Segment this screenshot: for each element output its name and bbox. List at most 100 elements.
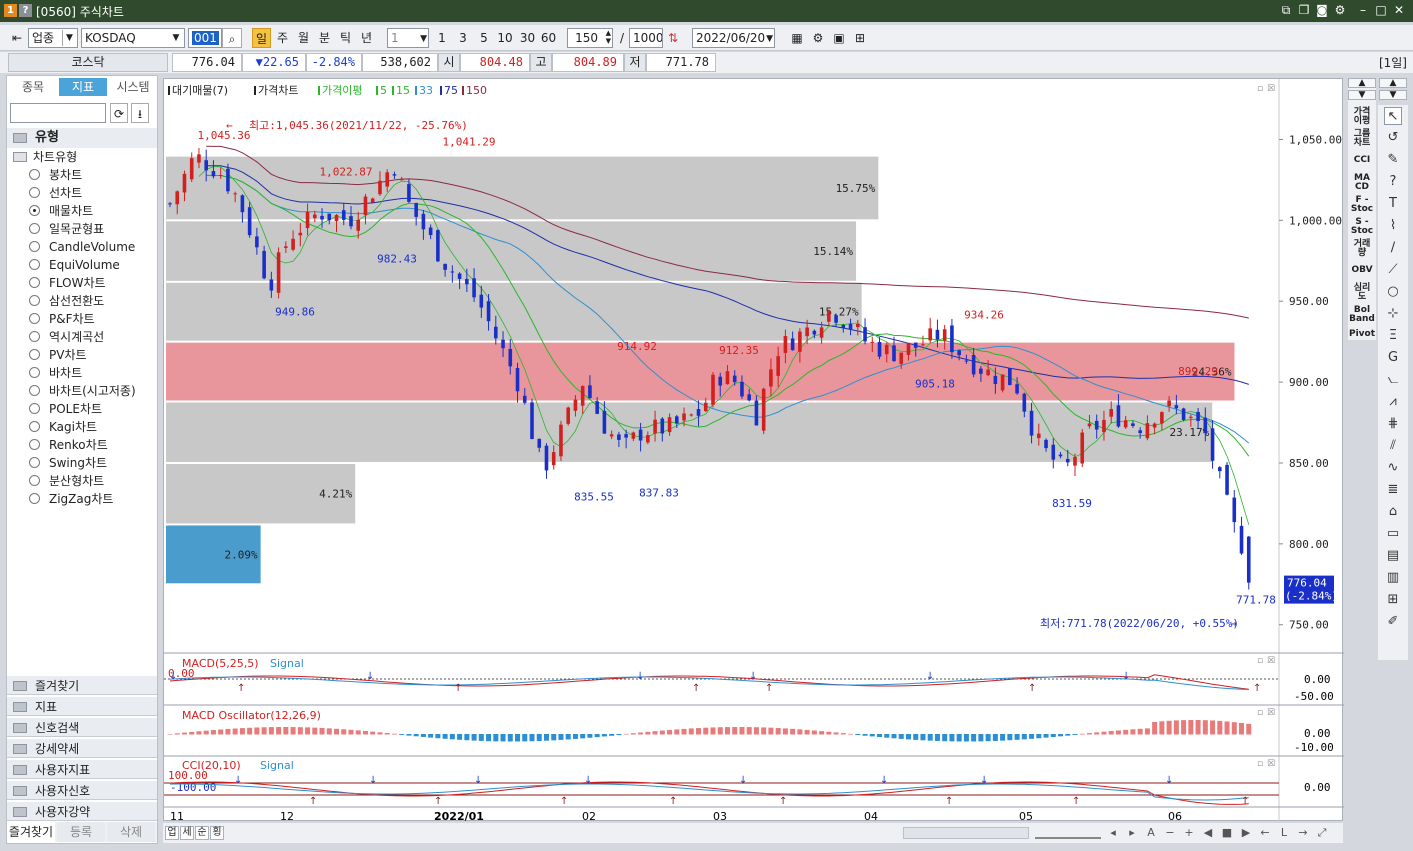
- drawing-tool-icon[interactable]: G: [1384, 349, 1402, 367]
- drawing-tool-icon[interactable]: ?: [1384, 173, 1402, 191]
- interval-5[interactable]: 5: [475, 28, 493, 48]
- link-icon[interactable]: ⧉: [1278, 2, 1294, 18]
- chart-type-item[interactable]: EquiVolume: [29, 256, 120, 274]
- chart-type-item[interactable]: 선차트: [29, 184, 82, 202]
- chart-legend[interactable]: 대기매물(7) 가격차트 가격이평 5 15 33 75 150: [168, 84, 487, 97]
- panel-maximize-icon[interactable]: ▫: [1257, 656, 1263, 666]
- radio-icon[interactable]: [29, 187, 40, 198]
- nav-control-icon[interactable]: ▸: [1124, 825, 1140, 841]
- history-back-icon[interactable]: ⇤: [8, 28, 26, 48]
- chart-type-item[interactable]: 삼선전환도: [29, 292, 104, 310]
- chart-type-item[interactable]: 봉차트: [29, 166, 82, 184]
- radio-icon[interactable]: [29, 169, 40, 180]
- radio-icon[interactable]: [29, 475, 40, 486]
- panel-close-icon[interactable]: ☒: [1267, 708, 1275, 718]
- drawing-tool-icon[interactable]: ✐: [1384, 613, 1402, 631]
- drawing-tool-icon[interactable]: ▥: [1384, 569, 1402, 587]
- chart-type-item[interactable]: 바차트(시고저종): [29, 382, 136, 400]
- nav-control-icon[interactable]: ■: [1219, 825, 1235, 841]
- help-badge[interactable]: ?: [19, 4, 32, 17]
- interval-30[interactable]: 30: [517, 28, 538, 48]
- drawing-tool-icon[interactable]: ○: [1384, 283, 1402, 301]
- chart-type-item[interactable]: 매물차트: [29, 202, 93, 220]
- folder-item[interactable]: 지표: [7, 696, 157, 716]
- radio-icon[interactable]: [29, 493, 40, 504]
- radio-icon[interactable]: [29, 313, 40, 324]
- nav-control-icon[interactable]: +: [1181, 825, 1197, 841]
- folder-item[interactable]: 사용자지표: [7, 759, 157, 779]
- panel-close-icon[interactable]: ☒: [1267, 84, 1275, 94]
- chart-layout-icon[interactable]: ▦: [788, 28, 806, 48]
- drawing-tool-icon[interactable]: ⌂: [1384, 503, 1402, 521]
- copy-icon[interactable]: ❐: [1296, 2, 1312, 18]
- radio-icon[interactable]: [29, 259, 40, 270]
- period-0[interactable]: 일: [252, 28, 271, 48]
- drawing-tool-icon[interactable]: ≣: [1384, 481, 1402, 499]
- interval-select[interactable]: 1 ▼: [387, 28, 429, 48]
- folder-item[interactable]: 사용자강약: [7, 801, 157, 821]
- folder-item[interactable]: 사용자신호: [7, 780, 157, 800]
- scroll-down-icon[interactable]: ▼: [1379, 90, 1407, 100]
- search-icon[interactable]: ⌕: [222, 28, 242, 48]
- chart-area[interactable]: 750.00 800.00 850.00 900.00 950.00 1,000.00 1,…: [163, 78, 1344, 823]
- drawing-tool-icon[interactable]: T: [1384, 195, 1402, 213]
- folder-item[interactable]: 즐겨찾기: [7, 675, 157, 695]
- chart-type-item[interactable]: PV차트: [29, 346, 87, 364]
- radio-icon[interactable]: [29, 385, 40, 396]
- zoom-slider[interactable]: [1035, 827, 1101, 839]
- drawing-tool-icon[interactable]: ✎: [1384, 151, 1402, 169]
- macd-signal-label[interactable]: Signal: [270, 657, 304, 670]
- drawing-tool-icon[interactable]: ⟋: [1384, 261, 1402, 279]
- bottom-tab-3[interactable]: 횡: [210, 826, 224, 840]
- chart-type-item[interactable]: Renko차트: [29, 436, 108, 454]
- refresh-icon[interactable]: ⟳: [110, 103, 128, 123]
- chart-type-item[interactable]: Swing차트: [29, 454, 107, 472]
- left-tab-1[interactable]: 지표: [59, 78, 107, 96]
- legend-item[interactable]: 대기매물(7): [172, 84, 228, 97]
- scroll-down-icon[interactable]: ▼: [1348, 90, 1376, 100]
- radio-icon[interactable]: [29, 223, 40, 234]
- chart-type-item[interactable]: 역시계곡선: [29, 328, 104, 346]
- left-bottom-tab-0[interactable]: 즐겨찾기: [7, 822, 55, 842]
- nav-control-icon[interactable]: −: [1162, 825, 1178, 841]
- period-1[interactable]: 주: [273, 28, 292, 48]
- chart-type-item[interactable]: 일목균형표: [29, 220, 104, 238]
- interval-1[interactable]: 1: [433, 28, 451, 48]
- indicator-search-input[interactable]: [10, 103, 106, 123]
- radio-icon[interactable]: [29, 241, 40, 252]
- legend-item[interactable]: 5: [380, 84, 387, 97]
- period-4[interactable]: 틱: [336, 28, 355, 48]
- pivot-shortcut[interactable]: Pivot: [1348, 330, 1376, 339]
- chart-type-item[interactable]: P&F차트: [29, 310, 95, 328]
- drawing-tool-icon[interactable]: ▭: [1384, 525, 1402, 543]
- panel-maximize-icon[interactable]: ▫: [1257, 759, 1263, 769]
- spinner-icon[interactable]: ▲ ▼: [606, 29, 611, 45]
- panel-maximize-icon[interactable]: ▫: [1257, 708, 1263, 718]
- drawing-tool-icon[interactable]: ⊹: [1384, 305, 1402, 323]
- chart-type-item[interactable]: FLOW차트: [29, 274, 106, 292]
- cci-shortcut[interactable]: CCI: [1348, 156, 1376, 165]
- interval-10[interactable]: 10: [496, 28, 514, 48]
- chart-type-item[interactable]: CandleVolume: [29, 238, 135, 256]
- drawing-tool-icon[interactable]: Ξ: [1384, 327, 1402, 345]
- scroll-up-icon[interactable]: ▲: [1348, 78, 1376, 88]
- obv-shortcut[interactable]: OBV: [1348, 266, 1376, 275]
- folder-item[interactable]: 강세약세: [7, 738, 157, 758]
- legend-item[interactable]: 가격이평: [322, 84, 362, 97]
- tools-icon[interactable]: ⊞: [851, 28, 869, 48]
- section-header[interactable]: 유형: [7, 128, 157, 148]
- legend-item[interactable]: 33: [419, 84, 433, 97]
- price-ma-shortcut[interactable]: 가격 이평: [1348, 108, 1376, 126]
- chart-type-item[interactable]: 분산형차트: [29, 472, 104, 490]
- radio-icon[interactable]: [29, 205, 40, 216]
- total-count-input[interactable]: 1000: [629, 28, 663, 48]
- panel-maximize-icon[interactable]: ▫: [1257, 84, 1263, 94]
- drawing-tool-icon[interactable]: ↺: [1384, 129, 1402, 147]
- chart-type-group[interactable]: 차트유형: [11, 148, 77, 166]
- left-tab-2[interactable]: 시스템: [109, 78, 157, 96]
- drawing-tool-icon[interactable]: ⋕: [1384, 415, 1402, 433]
- date-select[interactable]: 2022/06/20 ▼: [692, 28, 775, 48]
- bottom-tab-2[interactable]: 순: [195, 826, 209, 840]
- radio-icon[interactable]: [29, 421, 40, 432]
- ichimoku-shortcut[interactable]: 그름 차트: [1348, 130, 1376, 148]
